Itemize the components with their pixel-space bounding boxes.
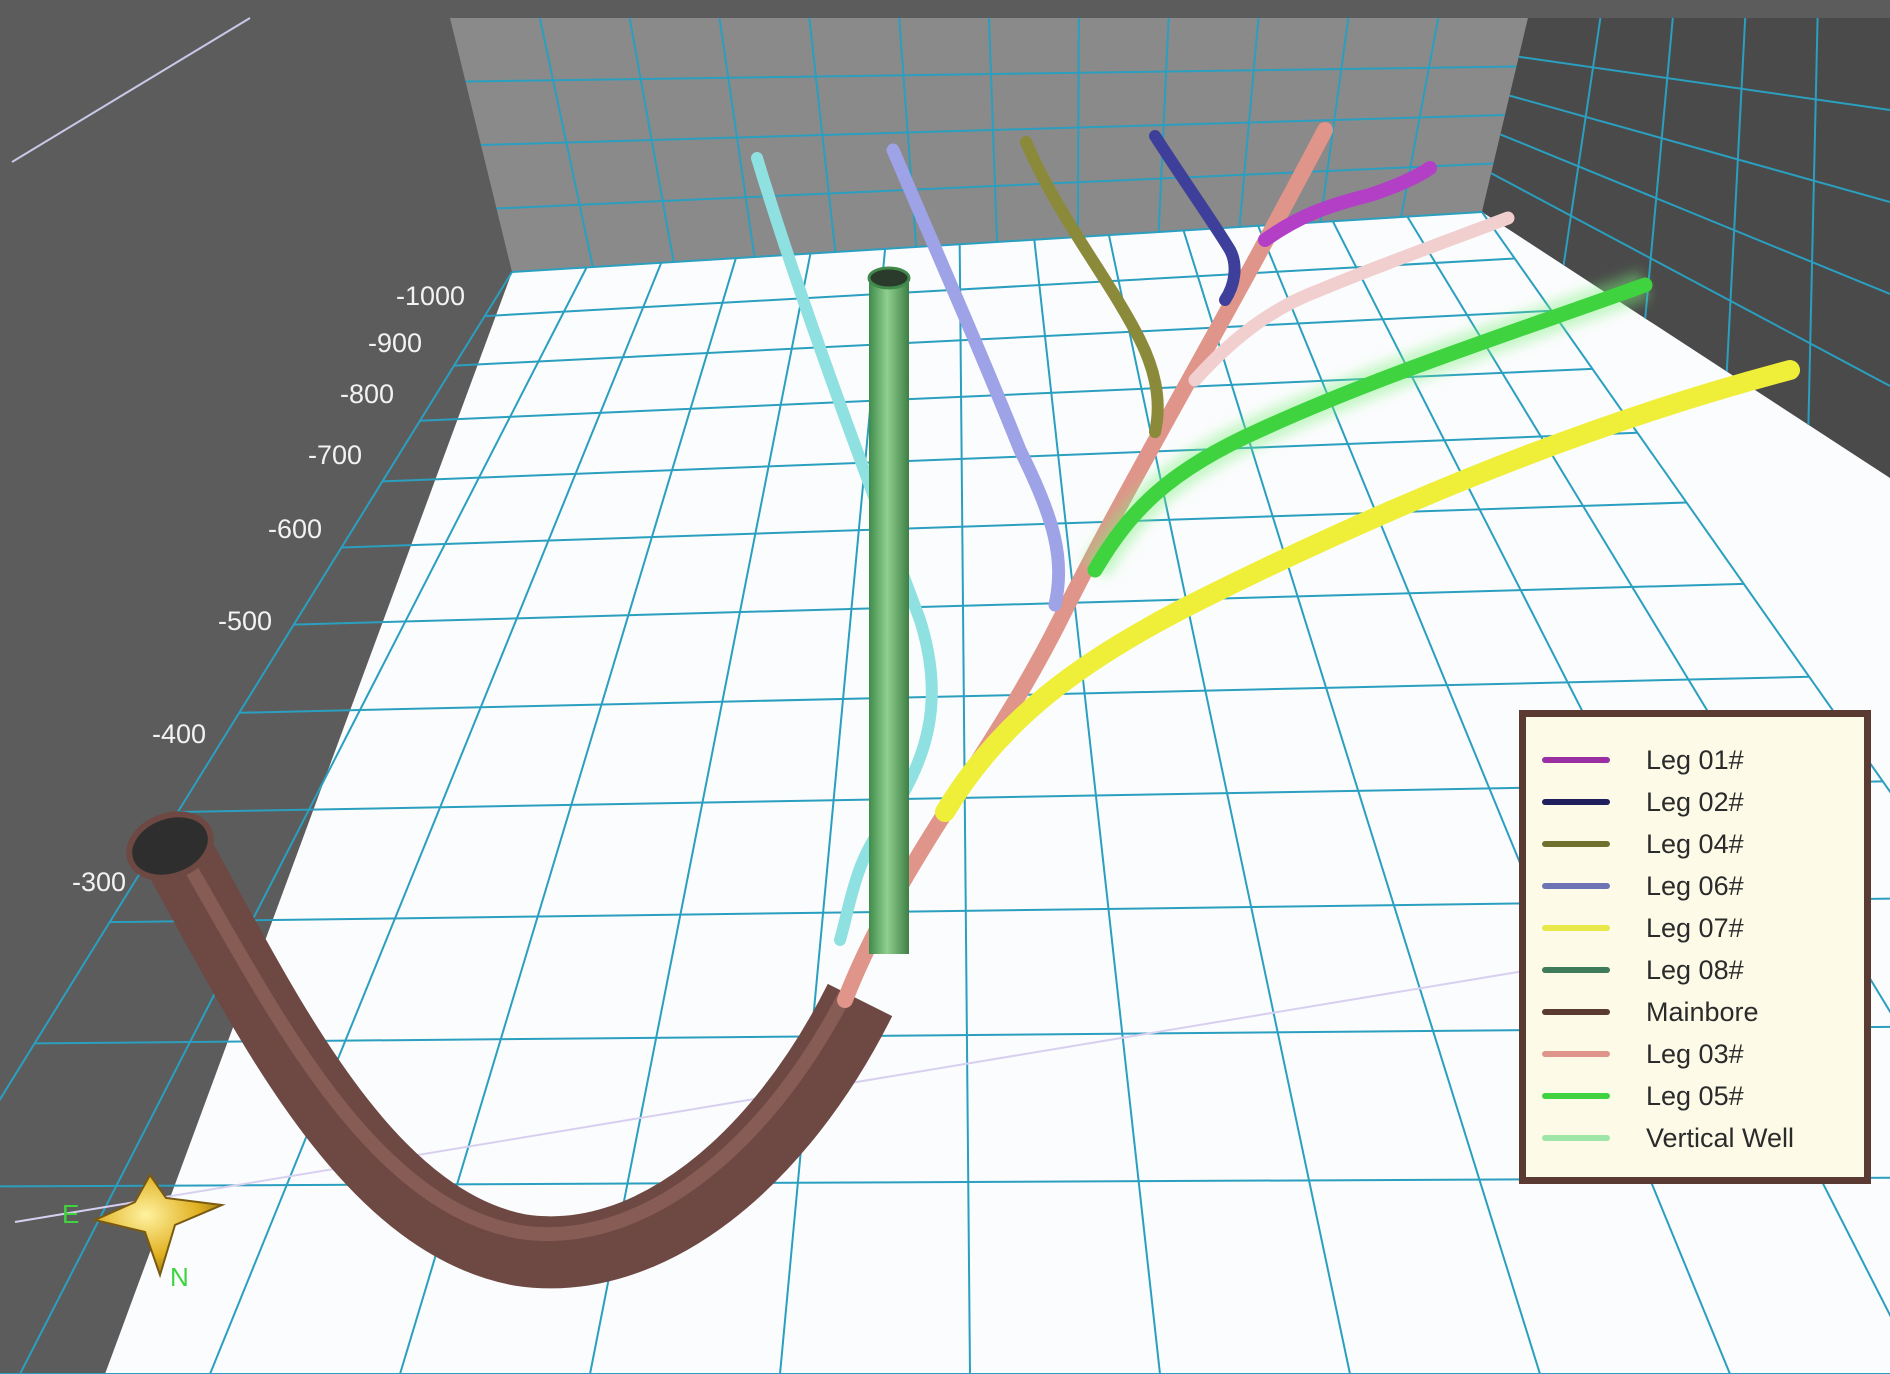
legend-label: Leg 01# bbox=[1646, 744, 1744, 775]
legend-item: Leg 08# bbox=[1542, 949, 1848, 991]
legend-item: Leg 01# bbox=[1542, 739, 1848, 781]
z-tick-label: -500 bbox=[218, 606, 272, 636]
vertical-well-opening bbox=[867, 266, 911, 290]
legend-label: Mainbore bbox=[1646, 996, 1759, 1027]
legend-label: Leg 06# bbox=[1646, 870, 1744, 901]
legend-swatch bbox=[1542, 841, 1610, 847]
legend-label: Leg 05# bbox=[1646, 1080, 1744, 1111]
z-tick-label: -400 bbox=[152, 719, 206, 749]
legend-item: Leg 06# bbox=[1542, 865, 1848, 907]
legend-item: Vertical Well bbox=[1542, 1117, 1848, 1159]
z-tick-label: -1000 bbox=[396, 281, 465, 311]
legend-label: Leg 02# bbox=[1646, 786, 1744, 817]
legend-swatch bbox=[1542, 925, 1610, 931]
legend: Leg 01# Leg 02# Leg 04# Leg 06# Leg 07# Leg 0… bbox=[1519, 710, 1871, 1184]
z-tick-label: -300 bbox=[72, 867, 126, 897]
vertical-well-tube bbox=[869, 278, 909, 954]
compass-east-label: E bbox=[62, 1199, 79, 1229]
legend-label: Leg 03# bbox=[1646, 1038, 1744, 1069]
legend-label: Vertical Well bbox=[1646, 1122, 1795, 1153]
z-tick-label: -800 bbox=[340, 379, 394, 409]
z-tick-label: -900 bbox=[368, 328, 422, 358]
legend-item: Leg 05# bbox=[1542, 1075, 1848, 1117]
legend-item: Leg 03# bbox=[1542, 1033, 1848, 1075]
z-tick-label: -600 bbox=[268, 514, 322, 544]
legend-label: Leg 07# bbox=[1646, 912, 1744, 943]
legend-swatch bbox=[1542, 1093, 1610, 1099]
legend-swatch bbox=[1542, 757, 1610, 763]
legend-item: Leg 02# bbox=[1542, 781, 1848, 823]
legend-swatch bbox=[1542, 1009, 1610, 1015]
legend-item: Leg 07# bbox=[1542, 907, 1848, 949]
legend-swatch bbox=[1542, 1135, 1610, 1141]
compass-north-label: N bbox=[170, 1262, 189, 1292]
legend-label: Leg 04# bbox=[1646, 828, 1744, 859]
legend-swatch bbox=[1542, 883, 1610, 889]
legend-label: Leg 08# bbox=[1646, 954, 1744, 985]
legend-swatch bbox=[1542, 967, 1610, 973]
legend-item: Leg 04# bbox=[1542, 823, 1848, 865]
legend-item: Mainbore bbox=[1542, 991, 1848, 1033]
legend-swatch bbox=[1542, 799, 1610, 805]
legend-swatch bbox=[1542, 1051, 1610, 1057]
z-tick-label: -700 bbox=[308, 440, 362, 470]
